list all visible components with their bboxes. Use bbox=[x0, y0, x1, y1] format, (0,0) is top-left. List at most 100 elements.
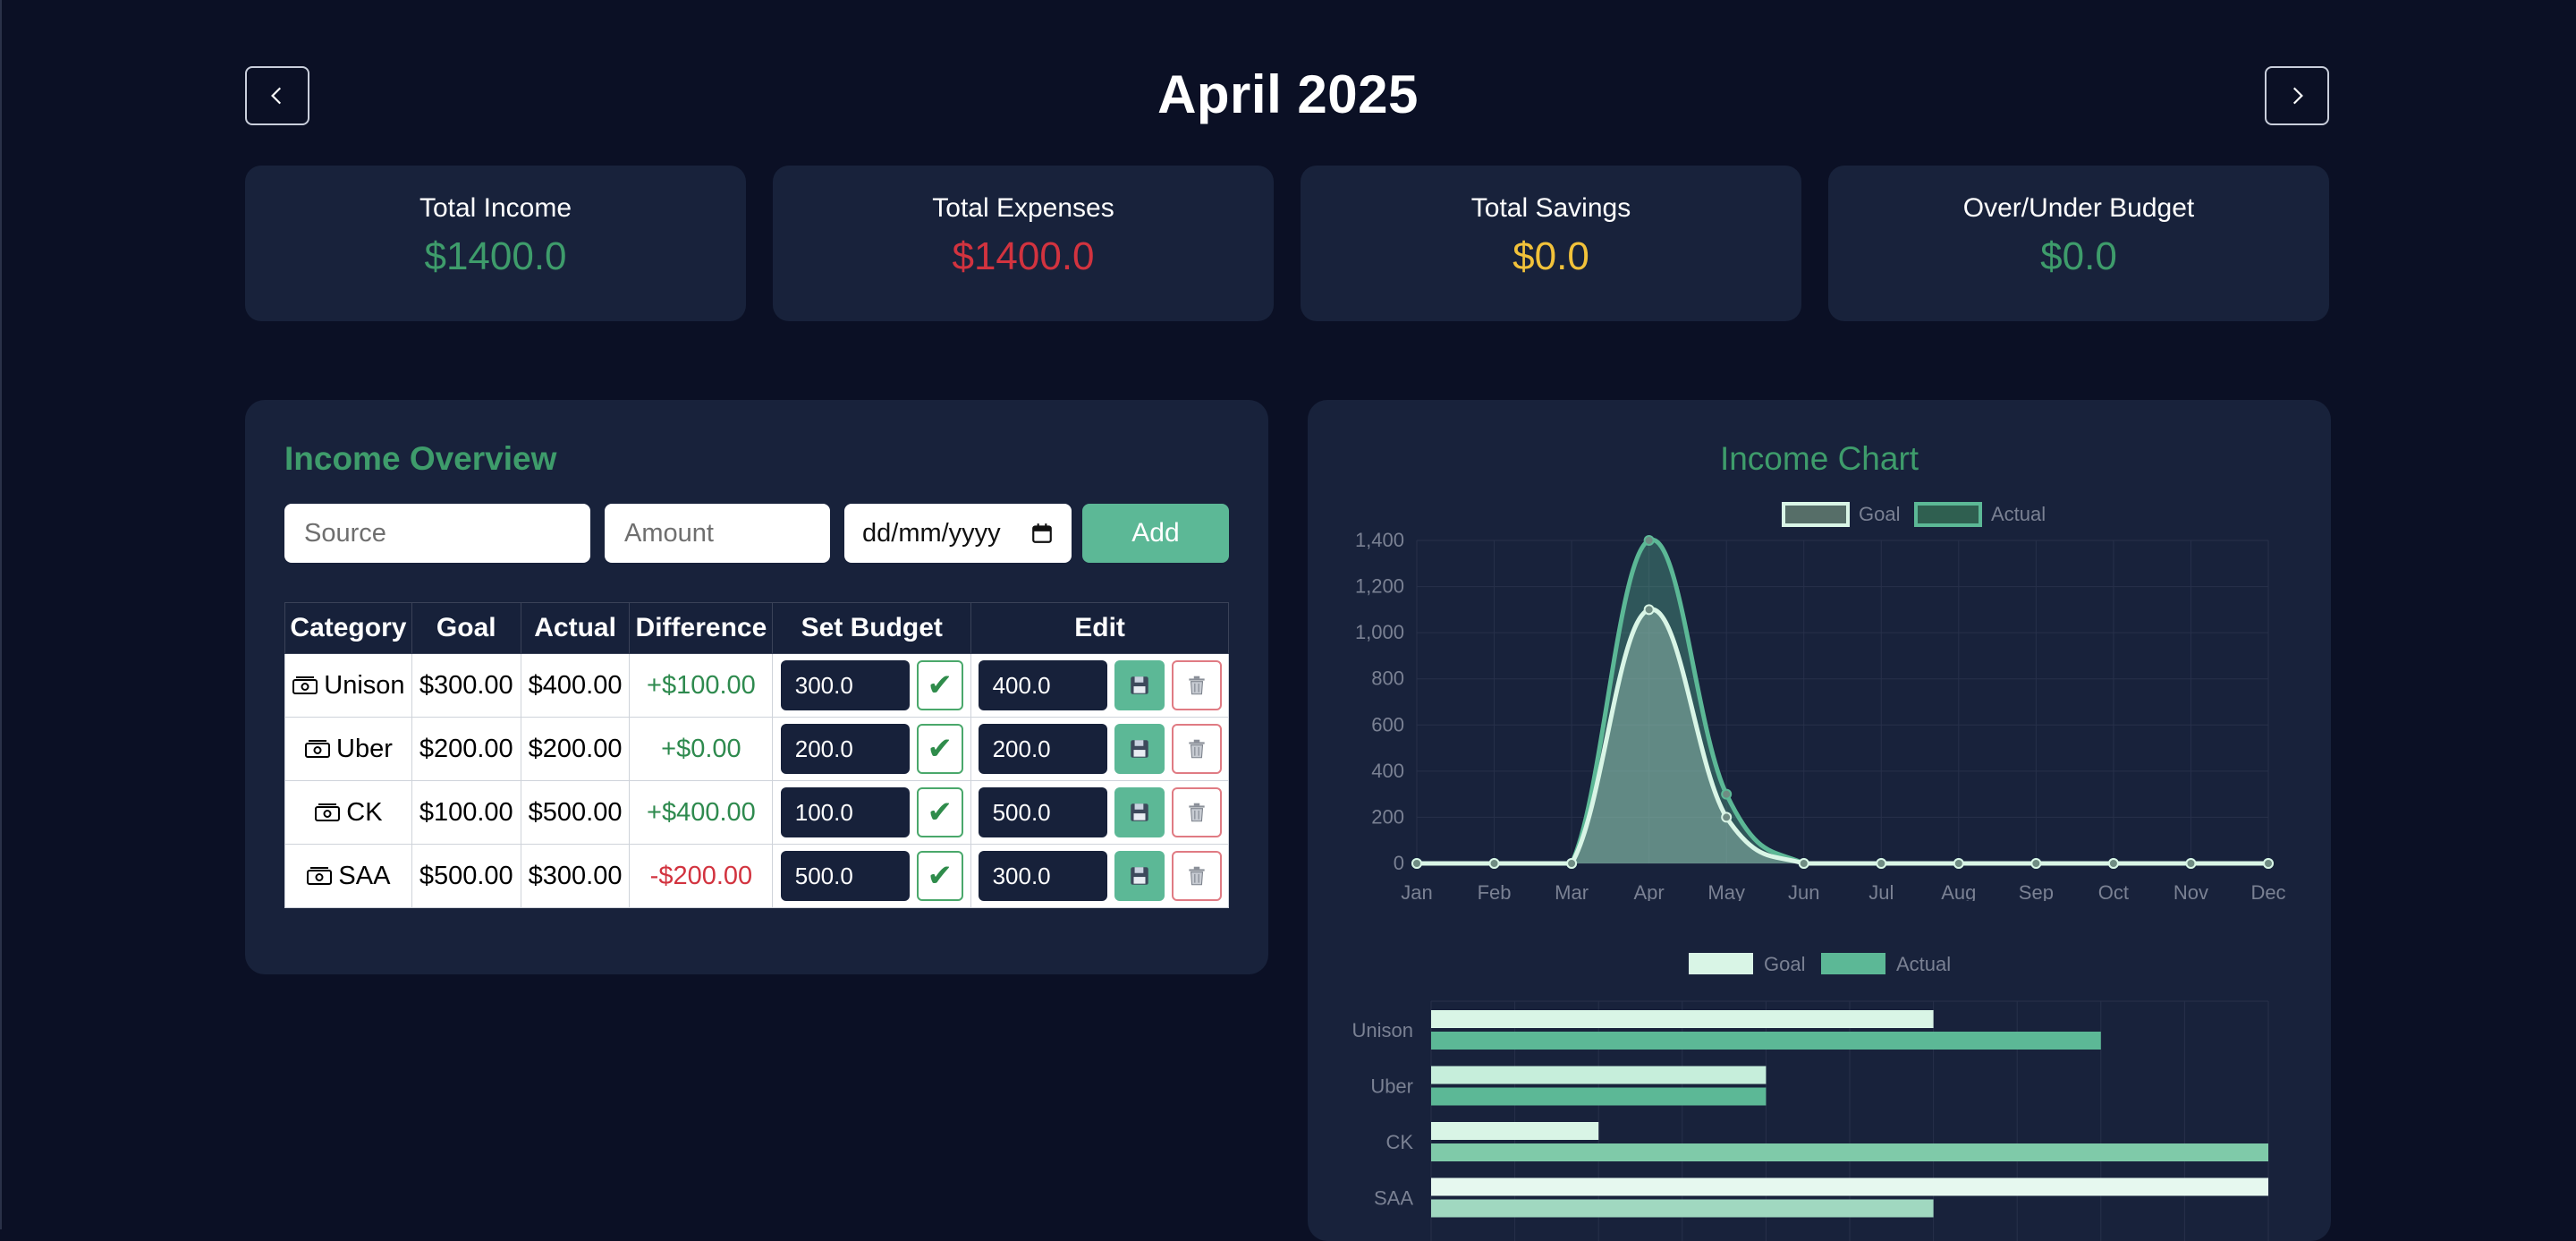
delete-button[interactable] bbox=[1171, 787, 1222, 837]
confirm-budget-button[interactable]: ✔ bbox=[916, 724, 963, 774]
column-header: Set Budget bbox=[772, 602, 972, 654]
set-budget-cell: 500.0 ✔ bbox=[772, 844, 972, 908]
data-point bbox=[1566, 858, 1578, 869]
legend-label: Actual bbox=[1991, 503, 2046, 525]
income-bar-chart: Unison Uber CK SAA Goal Actual bbox=[1352, 953, 2269, 1241]
y-tick-label: 800 bbox=[1371, 667, 1404, 690]
actual-edit-input[interactable]: 300.0 bbox=[978, 851, 1107, 901]
confirm-budget-button[interactable]: ✔ bbox=[916, 787, 963, 837]
source-input[interactable] bbox=[284, 504, 590, 563]
y-tick-label: 1,400 bbox=[1355, 529, 1404, 551]
difference-cell: -$200.00 bbox=[629, 844, 774, 908]
date-placeholder: dd/mm/yyyy bbox=[862, 518, 1001, 548]
confirm-budget-button[interactable]: ✔ bbox=[916, 851, 963, 901]
x-tick-label: Jul bbox=[1868, 881, 1894, 901]
x-tick-label: Dec bbox=[2250, 881, 2285, 901]
save-button[interactable] bbox=[1114, 851, 1165, 901]
confirm-budget-button[interactable]: ✔ bbox=[916, 660, 963, 710]
total-expenses-value: $1400.0 bbox=[952, 234, 1095, 278]
stat-label: Total Income bbox=[419, 193, 572, 223]
amount-input[interactable] bbox=[605, 504, 830, 563]
total-savings-value: $0.0 bbox=[1513, 234, 1589, 278]
legend-swatch bbox=[1821, 953, 1885, 974]
bar-goal bbox=[1431, 1010, 1934, 1028]
budget-input[interactable]: 500.0 bbox=[780, 851, 910, 901]
difference-cell: +$0.00 bbox=[629, 717, 774, 781]
actual-edit-input[interactable]: 500.0 bbox=[978, 787, 1107, 837]
budget-input[interactable]: 200.0 bbox=[780, 724, 910, 774]
data-point bbox=[1721, 812, 1733, 823]
difference-cell: +$400.00 bbox=[629, 780, 774, 845]
category-name: CK bbox=[346, 797, 383, 827]
actual-cell: $400.00 bbox=[520, 653, 631, 718]
cash-icon bbox=[305, 739, 330, 758]
category-label: Unison bbox=[1352, 1019, 1413, 1041]
x-tick-label: Mar bbox=[1555, 881, 1589, 901]
y-tick-label: 1,000 bbox=[1355, 621, 1404, 643]
delete-button[interactable] bbox=[1171, 851, 1222, 901]
legend-label: Actual bbox=[1896, 953, 1951, 975]
stat-label: Total Expenses bbox=[932, 193, 1114, 223]
next-month-button[interactable] bbox=[2265, 66, 2329, 125]
income-overview-title: Income Overview bbox=[284, 440, 557, 477]
x-tick-label: Feb bbox=[1478, 881, 1512, 901]
calendar-icon bbox=[1032, 523, 1052, 543]
trash-icon bbox=[1188, 803, 1205, 822]
cash-icon bbox=[315, 803, 341, 821]
check-icon: ✔ bbox=[927, 859, 953, 893]
legend-swatch bbox=[1782, 502, 1850, 527]
budget-input[interactable]: 100.0 bbox=[780, 787, 910, 837]
legend-swatch bbox=[1914, 502, 1982, 527]
legend-label: Goal bbox=[1764, 953, 1805, 975]
data-point bbox=[1953, 858, 1964, 869]
data-point bbox=[2107, 858, 2119, 869]
data-point bbox=[2263, 858, 2274, 869]
income-table: Category Goal Actual Difference Set Budg… bbox=[284, 602, 1229, 908]
budget-input[interactable]: 300.0 bbox=[780, 660, 910, 710]
actual-edit-input[interactable]: 200.0 bbox=[978, 724, 1107, 774]
data-point bbox=[2030, 858, 2042, 869]
table-row: CK $100.00 $500.00 +$400.00 100.0 ✔ 500.0 bbox=[284, 780, 1229, 845]
category-cell: SAA bbox=[284, 844, 412, 908]
series-area-actual bbox=[1417, 540, 2268, 863]
x-tick-label: Sep bbox=[2019, 881, 2054, 901]
data-point bbox=[1721, 788, 1733, 800]
legend-swatch bbox=[1689, 953, 1753, 974]
check-icon: ✔ bbox=[927, 795, 953, 829]
delete-button[interactable] bbox=[1171, 724, 1222, 774]
column-header: Actual bbox=[520, 602, 631, 654]
column-header: Difference bbox=[629, 602, 774, 654]
actual-edit-input[interactable]: 400.0 bbox=[978, 660, 1107, 710]
data-point bbox=[2185, 858, 2197, 869]
cash-icon bbox=[292, 676, 318, 694]
save-button[interactable] bbox=[1114, 660, 1165, 710]
total-savings-card: Total Savings $0.0 bbox=[1301, 166, 1801, 321]
category-name: Unison bbox=[324, 670, 405, 700]
table-row: SAA $500.00 $300.00 -$200.00 500.0 ✔ 300.0 bbox=[284, 844, 1229, 908]
save-button[interactable] bbox=[1114, 787, 1165, 837]
column-header: Goal bbox=[411, 602, 521, 654]
bar-actual bbox=[1431, 1087, 1767, 1106]
y-tick-label: 1,200 bbox=[1355, 575, 1404, 598]
add-income-button[interactable]: Add bbox=[1082, 504, 1229, 563]
x-tick-label: Apr bbox=[1634, 881, 1665, 901]
x-tick-label: Aug bbox=[1941, 881, 1976, 901]
month-title: April 2025 bbox=[1157, 64, 1419, 124]
floppy-disk-icon bbox=[1130, 803, 1148, 821]
table-header-row: Category Goal Actual Difference Set Budg… bbox=[284, 602, 1229, 654]
bar-goal bbox=[1431, 1122, 1599, 1140]
category-cell: CK bbox=[284, 780, 412, 845]
table-row: Uber $200.00 $200.00 +$0.00 200.0 ✔ 200.0 bbox=[284, 717, 1229, 781]
set-budget-cell: 300.0 ✔ bbox=[772, 653, 972, 718]
data-point bbox=[1411, 858, 1422, 869]
check-icon: ✔ bbox=[927, 668, 953, 702]
table-row: Unison $300.00 $400.00 +$100.00 300.0 ✔ 400.0 bbox=[284, 653, 1229, 718]
x-tick-label: Jun bbox=[1788, 881, 1819, 901]
x-tick-label: Oct bbox=[2098, 881, 2129, 901]
date-input[interactable]: dd/mm/yyyy bbox=[844, 504, 1072, 563]
difference-cell: +$100.00 bbox=[629, 653, 774, 718]
delete-button[interactable] bbox=[1171, 660, 1222, 710]
save-button[interactable] bbox=[1114, 724, 1165, 774]
bar-goal bbox=[1431, 1177, 2268, 1196]
set-budget-cell: 200.0 ✔ bbox=[772, 717, 972, 781]
